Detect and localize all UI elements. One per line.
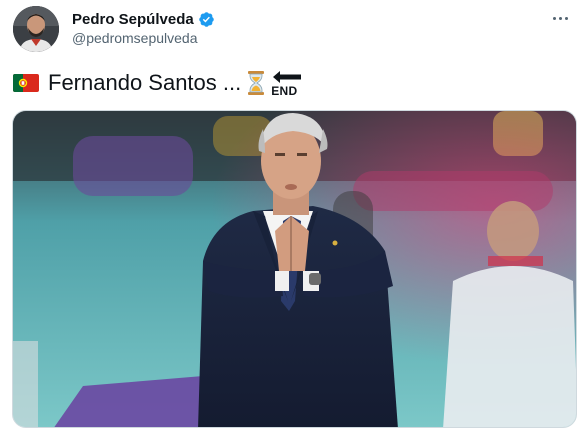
photo-image: [13, 111, 576, 427]
more-options-button[interactable]: [550, 8, 570, 28]
tweet[interactable]: Pedro Sepúlveda @pedromsepulveda Fernand…: [0, 0, 584, 438]
avatar[interactable]: [13, 6, 59, 52]
more-dot-icon: [558, 16, 562, 20]
tweet-text: Fernando Santos ... END: [13, 66, 303, 100]
avatar-image: [13, 6, 59, 52]
hourglass-icon: [248, 71, 265, 95]
more-dot-icon: [552, 16, 556, 20]
author-name-row: Pedro Sepúlveda: [72, 9, 215, 29]
verified-badge-icon: [198, 11, 214, 27]
author-display-name[interactable]: Pedro Sepúlveda: [72, 11, 194, 28]
portugal-flag-icon: [13, 74, 39, 92]
more-dot-icon: [564, 16, 568, 20]
author-handle[interactable]: @pedromsepulveda: [72, 30, 198, 46]
tweet-body-text: Fernando Santos ...: [48, 70, 242, 95]
end-arrow-icon: END: [271, 68, 303, 98]
tweet-media-photo[interactable]: [12, 110, 577, 428]
end-label: END: [271, 84, 298, 98]
